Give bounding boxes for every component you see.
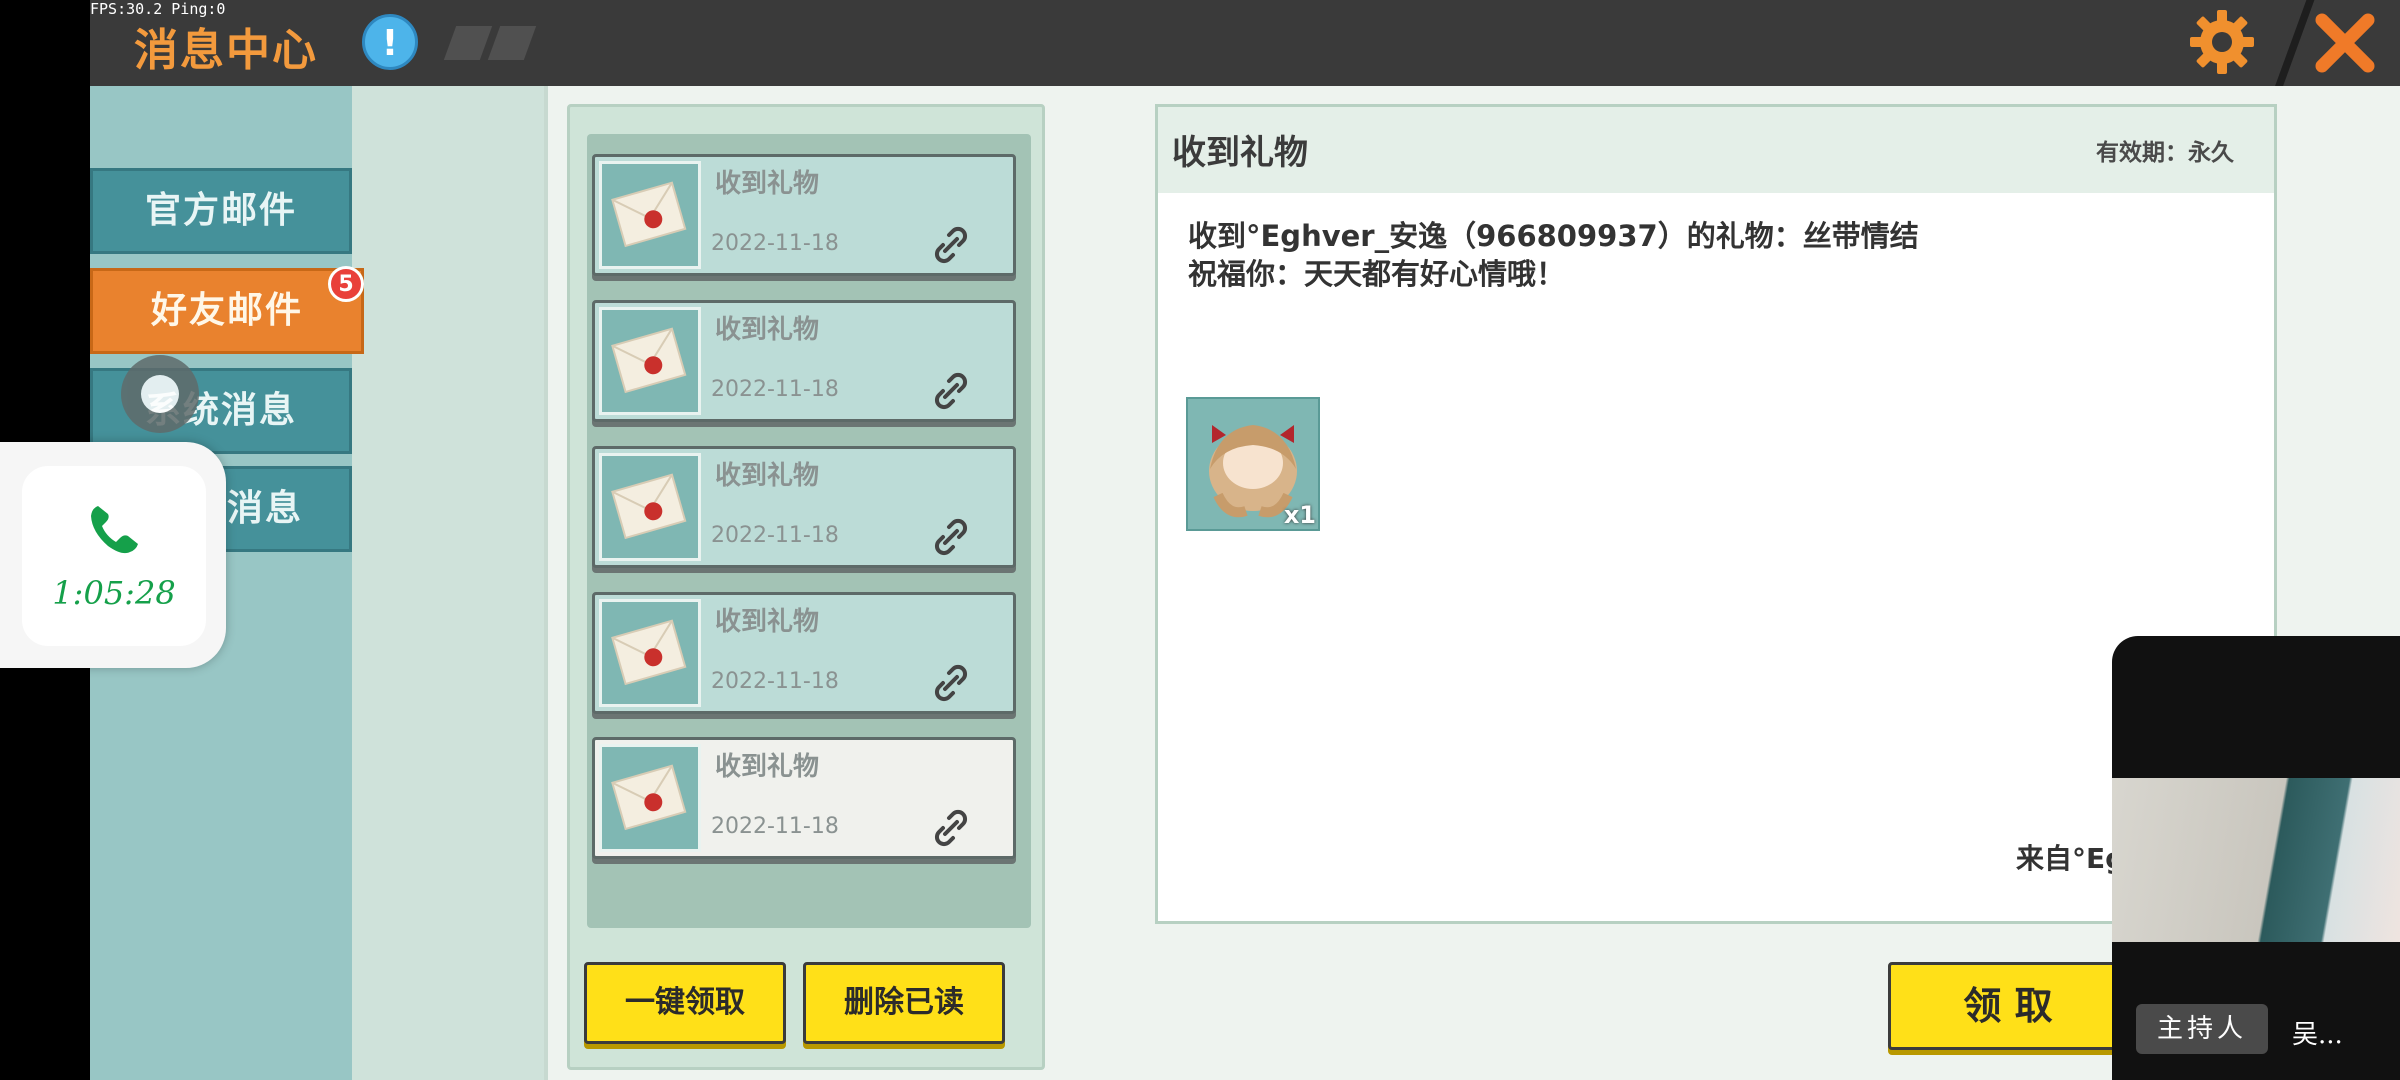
assistive-touch-button[interactable] — [121, 355, 199, 433]
mail-date: 2022-11-18 — [711, 523, 839, 548]
decor-stripe — [443, 26, 493, 60]
host-name: 吴... — [2292, 1020, 2343, 1050]
claim-all-button[interactable]: 一键领取 — [584, 962, 786, 1044]
divider — [2273, 0, 2315, 90]
mail-title: 收到礼物 — [715, 169, 820, 199]
unread-badge: 5 — [328, 266, 364, 302]
attachment-icon — [934, 372, 968, 410]
attachment-icon — [934, 809, 968, 847]
gift-envelope-icon — [599, 599, 701, 707]
fps-readout: FPS:30.2 Ping:0 — [90, 0, 226, 18]
close-x-icon[interactable] — [2312, 10, 2378, 76]
call-card: 1:05:28 — [22, 466, 206, 646]
mail-body: 收到°Eghver_安逸（966809937）的礼物：丝带情结 祝福你：天天都有… — [1188, 217, 1919, 293]
top-bar: 消息中心 ! — [90, 0, 2400, 90]
mail-title: 收到礼物 — [715, 752, 820, 782]
message-center-app: 消息中心 ! 官方邮件 好友邮件 5 系统消息 消息 收到礼物 2022-11-… — [90, 0, 2400, 1080]
attachment-icon — [934, 664, 968, 702]
video-feed — [2112, 778, 2400, 942]
settings-gear-icon[interactable] — [2188, 8, 2256, 76]
mail-title: 收到礼物 — [715, 461, 820, 491]
detail-header: 收到礼物 有效期：永久 — [1158, 107, 2274, 193]
gift-item-slot[interactable]: x1 — [1186, 397, 1320, 531]
gift-envelope-icon — [599, 453, 701, 561]
tab-official-mail[interactable]: 官方邮件 — [90, 168, 352, 254]
call-overlay[interactable]: 1:05:28 — [0, 442, 226, 668]
mail-item[interactable]: 收到礼物 2022-11-18 — [592, 592, 1016, 714]
mail-title: 收到礼物 — [715, 607, 820, 637]
mail-date: 2022-11-18 — [711, 669, 839, 694]
validity-label: 有效期：永久 — [2096, 140, 2234, 166]
host-tag: 主持人 — [2136, 1004, 2268, 1054]
tab-friend-mail[interactable]: 好友邮件 — [90, 268, 364, 354]
mail-date: 2022-11-18 — [711, 231, 839, 256]
mail-item[interactable]: 收到礼物 2022-11-18 — [592, 446, 1016, 568]
mail-title: 收到礼物 — [715, 315, 820, 345]
mail-detail-panel: 收到礼物 有效期：永久 收到°Eghver_安逸（966809937）的礼物：丝… — [1155, 104, 2277, 924]
phone-icon — [91, 506, 138, 554]
mail-body-line: 祝福你：天天都有好心情哦！ — [1188, 257, 1566, 291]
mail-body-line: 收到°Eghver_安逸（966809937）的礼物：丝带情结 — [1188, 219, 1919, 253]
pattern-strip — [352, 86, 544, 1080]
mail-item-selected[interactable]: 收到礼物 2022-11-18 — [592, 737, 1016, 859]
gift-envelope-icon — [599, 161, 701, 269]
mail-date: 2022-11-18 — [711, 814, 839, 839]
page-title: 消息中心 — [134, 25, 318, 76]
gift-envelope-icon — [599, 307, 701, 415]
claim-button[interactable]: 领 取 — [1888, 962, 2128, 1050]
delete-read-button[interactable]: 删除已读 — [803, 962, 1005, 1044]
call-duration: 1:05:28 — [52, 574, 176, 612]
decor-stripe — [487, 26, 537, 60]
attachment-icon — [934, 226, 968, 264]
gift-envelope-icon — [599, 744, 701, 852]
attachment-icon — [934, 518, 968, 556]
detail-title: 收到礼物 — [1172, 133, 1308, 173]
mail-date: 2022-11-18 — [711, 377, 839, 402]
video-overlay[interactable]: 主持人 吴... — [2112, 636, 2400, 1080]
mail-item[interactable]: 收到礼物 2022-11-18 — [592, 154, 1016, 276]
mail-item[interactable]: 收到礼物 2022-11-18 — [592, 300, 1016, 422]
info-button[interactable]: ! — [362, 14, 418, 70]
item-count: x1 — [1283, 501, 1316, 529]
